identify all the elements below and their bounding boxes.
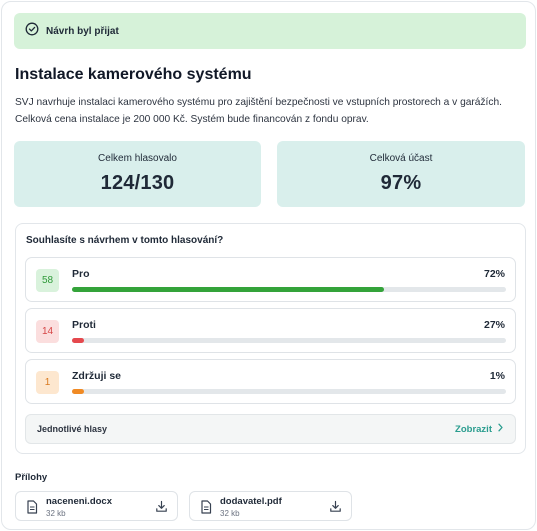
download-icon[interactable] (329, 500, 342, 518)
banner-text: Návrh byl přijat (46, 25, 119, 37)
stat-voted-value: 124/130 (100, 172, 175, 194)
stat-turnout-label: Celková účast (369, 153, 433, 164)
stat-voted-label: Celkem hlasovalo (98, 153, 177, 164)
vote-count-badge: 14 (36, 320, 59, 343)
document-icon (26, 500, 38, 519)
proposal-description: SVJ navrhuje instalaci kamerového systém… (15, 97, 502, 125)
poll-option-against: 14 Proti 27% (25, 308, 516, 353)
progress-fill (72, 338, 84, 343)
check-circle-icon (25, 22, 39, 41)
attachment-file[interactable]: dodavatel.pdf 32 kb (189, 491, 352, 521)
stat-turnout-value: 97% (380, 172, 422, 194)
show-votes-label: Zobrazit (455, 423, 492, 435)
vote-count-badge: 1 (36, 371, 59, 394)
chevron-right-icon (497, 423, 504, 435)
vote-count-badge: 58 (36, 269, 59, 292)
stat-voted: Celkem hlasovalo 124/130 (14, 141, 261, 207)
option-label: Proti (72, 319, 96, 331)
progress-fill (72, 287, 385, 292)
poll-box: Souhlasíte s návrhem v tomto hlasování? … (15, 223, 526, 454)
individual-votes-label: Jednotlivé hlasy (37, 424, 108, 434)
progress-fill (72, 389, 84, 394)
progress-track (72, 287, 506, 292)
option-label: Pro (72, 268, 90, 280)
attachment-size: 32 kb (46, 509, 66, 518)
proposal-title: Instalace kamerového systému (15, 66, 252, 83)
poll-option-for: 58 Pro 72% (25, 257, 516, 302)
poll-question: Souhlasíte s návrhem v tomto hlasování? (26, 235, 224, 246)
show-votes-link[interactable]: Zobrazit (455, 423, 504, 435)
poll-option-abstain: 1 Zdržuji se 1% (25, 359, 516, 404)
stat-turnout: Celková účast 97% (277, 141, 525, 207)
attachment-name: dodavatel.pdf (220, 496, 282, 507)
option-label: Zdržuji se (72, 370, 122, 382)
progress-track (72, 338, 506, 343)
option-percent: 27% (483, 319, 505, 331)
accepted-banner: Návrh byl přijat (14, 13, 526, 49)
option-percent: 1% (489, 370, 505, 382)
proposal-card: Návrh byl přijat Instalace kamerového sy… (1, 1, 536, 530)
option-percent: 72% (483, 268, 505, 280)
attachments-heading: Přílohy (15, 472, 48, 483)
progress-track (72, 389, 506, 394)
download-icon[interactable] (155, 500, 168, 518)
attachment-file[interactable]: naceneni.docx 32 kb (15, 491, 178, 521)
attachment-size: 32 kb (220, 509, 240, 518)
individual-votes-row[interactable]: Jednotlivé hlasy Zobrazit (25, 414, 516, 444)
document-icon (200, 500, 212, 519)
attachment-name: naceneni.docx (46, 496, 112, 507)
